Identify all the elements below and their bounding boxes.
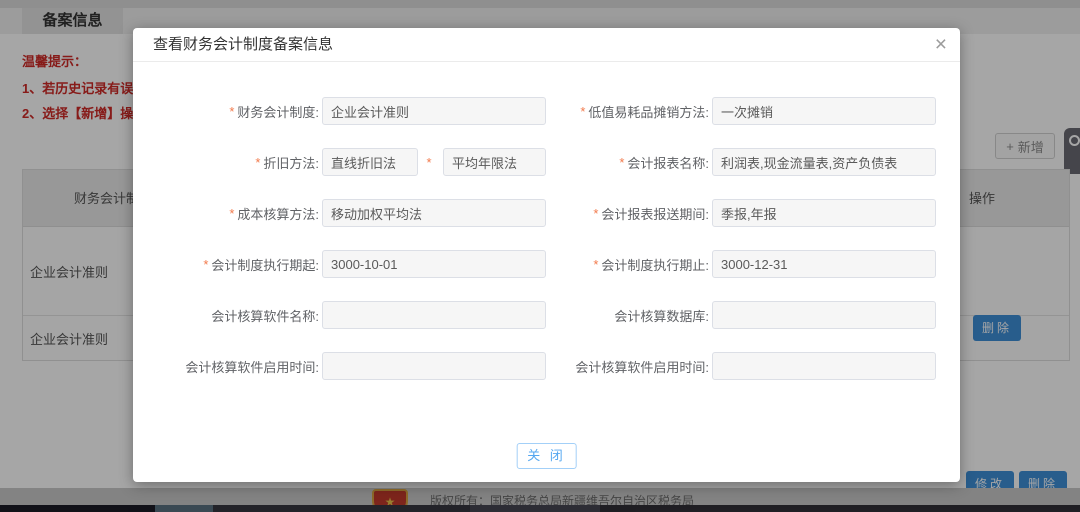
view-filing-info-dialog: 查看财务会计制度备案信息 × * 财务会计制度: * 低值易耗品摊销方法: * … [133, 28, 960, 482]
required-star: * [229, 206, 234, 221]
depreciation-method-group: * [322, 148, 546, 176]
useful-life-method-field[interactable] [443, 148, 546, 176]
close-icon[interactable]: × [935, 32, 947, 58]
depreciation-method-label: * 折旧方法: [133, 153, 322, 172]
report-names-label: * 会计报表名称: [546, 153, 712, 172]
accounting-system-field[interactable] [322, 97, 546, 125]
system-end-date-field[interactable] [712, 250, 936, 278]
system-start-date-field[interactable] [322, 250, 546, 278]
filing-form: * 财务会计制度: * 低值易耗品摊销方法: * 折旧方法: * [133, 97, 960, 403]
screen: 备案信息 温馨提示： 1、若历史记录有误， 2、选择【新增】操作 + 新增 财务… [0, 0, 1080, 512]
report-names-field[interactable] [712, 148, 936, 176]
required-star: * [426, 155, 431, 170]
required-star: * [229, 104, 234, 119]
dialog-header: 查看财务会计制度备案信息 × [133, 28, 960, 62]
software-name-field[interactable] [322, 301, 546, 329]
form-row: * 财务会计制度: * 低值易耗品摊销方法: [133, 97, 960, 125]
software-enable-time-field[interactable] [322, 352, 546, 380]
cost-accounting-method-label: * 成本核算方法: [133, 204, 322, 223]
depreciation-method-field[interactable] [322, 148, 418, 176]
form-row: * 会计制度执行期起: * 会计制度执行期止: [133, 250, 960, 278]
required-star: * [593, 257, 598, 272]
required-star: * [619, 155, 624, 170]
amortization-method-label: * 低值易耗品摊销方法: [546, 102, 712, 121]
software-enable-time-label: 会计核算软件启用时间: [546, 357, 712, 376]
required-star: * [203, 257, 208, 272]
report-period-field[interactable] [712, 199, 936, 227]
required-star: * [255, 155, 260, 170]
accounting-system-label: * 财务会计制度: [133, 102, 322, 121]
software-enable-time-label: 会计核算软件启用时间: [133, 357, 322, 376]
dialog-title: 查看财务会计制度备案信息 [153, 28, 333, 62]
form-row: 会计核算软件启用时间: 会计核算软件启用时间: [133, 352, 960, 380]
accounting-database-field[interactable] [712, 301, 936, 329]
software-name-label: 会计核算软件名称: [133, 306, 322, 325]
required-star: * [580, 104, 585, 119]
amortization-method-field[interactable] [712, 97, 936, 125]
report-period-label: * 会计报表报送期间: [546, 204, 712, 223]
software-enable-time-field[interactable] [712, 352, 936, 380]
required-star: * [593, 206, 598, 221]
form-row: * 成本核算方法: * 会计报表报送期间: [133, 199, 960, 227]
form-row: * 折旧方法: * * 会计报表名称: [133, 148, 960, 176]
system-start-date-label: * 会计制度执行期起: [133, 255, 322, 274]
form-row: 会计核算软件名称: 会计核算数据库: [133, 301, 960, 329]
accounting-database-label: 会计核算数据库: [546, 306, 712, 325]
cost-accounting-method-field[interactable] [322, 199, 546, 227]
close-button[interactable]: 关 闭 [516, 443, 577, 469]
system-end-date-label: * 会计制度执行期止: [546, 255, 712, 274]
